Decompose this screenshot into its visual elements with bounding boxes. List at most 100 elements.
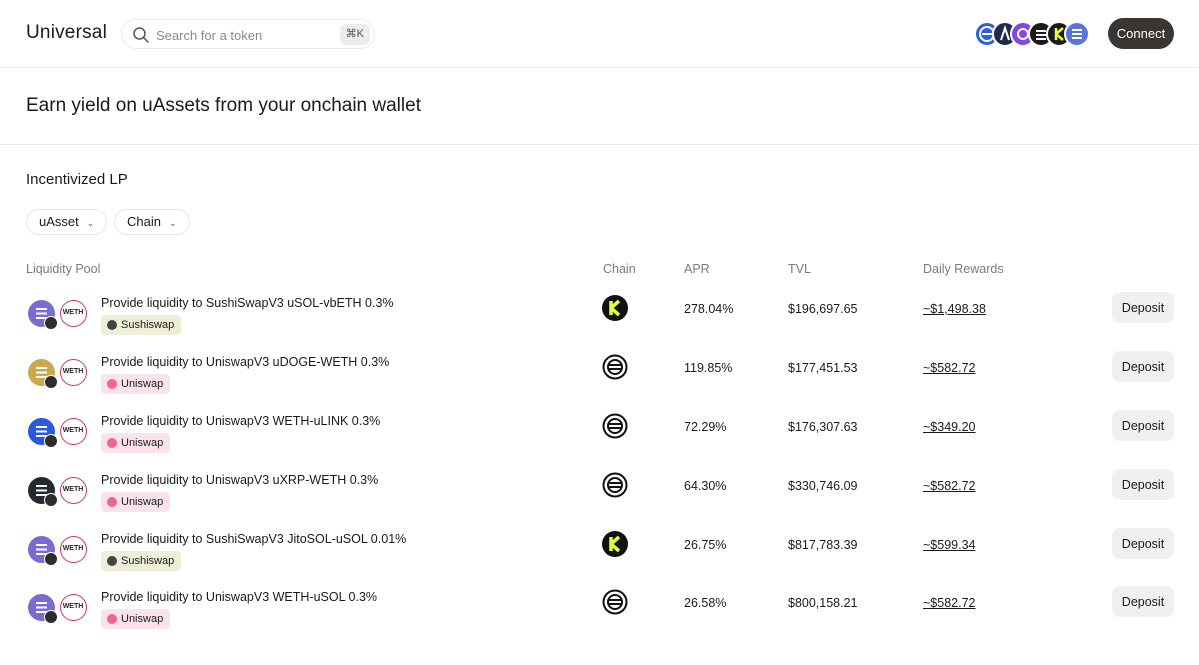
pool-name: Provide liquidity to SushiSwapV3 uSOL-vb…	[101, 296, 394, 310]
dex-badge: Uniswap	[101, 609, 171, 629]
badge-icon	[44, 434, 58, 448]
pool-name: Provide liquidity to SushiSwapV3 JitoSOL…	[101, 532, 407, 546]
dex-badge: Uniswap	[101, 374, 171, 394]
sushiswap-icon	[107, 556, 117, 566]
weth-icon: WETH	[60, 359, 87, 386]
supported-chains[interactable]	[974, 21, 1096, 47]
table-row[interactable]: WETH Provide liquidity to UniswapV3 WETH-…	[0, 586, 1199, 649]
ethereum-icon	[602, 354, 628, 380]
badge-icon	[44, 493, 58, 507]
tvl-value: $800,158.21	[788, 596, 858, 610]
dex-label: Uniswap	[121, 496, 164, 508]
dex-label: Sushiswap	[121, 555, 175, 567]
badge-icon	[44, 610, 58, 624]
deposit-button[interactable]: Deposit	[1112, 292, 1174, 323]
pool-name: Provide liquidity to UniswapV3 WETH-uLIN…	[101, 414, 381, 428]
tvl-value: $176,307.63	[788, 420, 858, 434]
token-pair: WETH	[28, 418, 88, 450]
apr-value: 278.04%	[684, 302, 734, 316]
uasset-filter[interactable]: uAsset ⌄	[26, 209, 108, 235]
page-title: Earn yield on uAssets from your onchain …	[26, 95, 421, 116]
deposit-button[interactable]: Deposit	[1112, 528, 1174, 559]
ethereum-icon	[602, 472, 628, 498]
dogecoin-icon	[28, 359, 58, 389]
tvl-value: $177,451.53	[788, 361, 858, 375]
kaia-icon	[602, 295, 628, 321]
sushiswap-icon	[107, 320, 117, 330]
chain-filter-label: Chain	[127, 214, 161, 229]
pool-name: Provide liquidity to UniswapV3 uDOGE-WET…	[101, 355, 390, 369]
tvl-value: $196,697.65	[788, 302, 858, 316]
badge-icon	[44, 316, 58, 330]
chainlink-icon	[28, 418, 58, 448]
dex-badge: Uniswap	[101, 492, 171, 512]
search-shortcut: ⌘K	[339, 24, 370, 45]
token-pair: WETH	[28, 300, 88, 332]
ethereum-icon	[602, 589, 628, 615]
apr-value: 72.29%	[684, 420, 727, 434]
table-row[interactable]: WETH Provide liquidity to UniswapV3 uDOGE…	[0, 351, 1199, 414]
weth-icon: WETH	[60, 300, 87, 327]
pool-name: Provide liquidity to UniswapV3 WETH-uSOL…	[101, 590, 378, 604]
chevron-down-icon: ⌄	[168, 218, 177, 228]
apr-value: 64.30%	[684, 479, 727, 493]
badge-icon	[44, 375, 58, 389]
ethereum-icon	[602, 413, 628, 439]
apr-value: 119.85%	[684, 361, 733, 375]
kaia-icon	[602, 531, 628, 557]
solana-icon	[1064, 21, 1090, 47]
daily-rewards-link[interactable]: ~$582.72	[923, 361, 975, 375]
daily-rewards-link[interactable]: ~$599.34	[923, 538, 975, 552]
deposit-button[interactable]: Deposit	[1112, 469, 1174, 500]
hero-banner: Earn yield on uAssets from your onchain …	[0, 68, 1199, 145]
daily-rewards-link[interactable]: ~$582.72	[923, 479, 975, 493]
search-box[interactable]: ⌘K	[121, 19, 375, 49]
uniswap-icon	[107, 497, 117, 507]
token-pair: WETH	[28, 536, 88, 568]
deposit-button[interactable]: Deposit	[1112, 586, 1174, 617]
chevron-down-icon: ⌄	[86, 218, 95, 228]
xrp-icon	[28, 477, 58, 507]
dex-badge: Uniswap	[101, 433, 171, 453]
daily-rewards-link[interactable]: ~$349.20	[923, 420, 975, 434]
weth-icon: WETH	[60, 594, 87, 621]
tvl-value: $817,783.39	[788, 538, 858, 552]
chain-filter[interactable]: Chain ⌄	[114, 209, 190, 235]
table-row[interactable]: WETH Provide liquidity to SushiSwapV3 uSO…	[0, 292, 1199, 355]
dex-label: Uniswap	[121, 378, 164, 390]
deposit-button[interactable]: Deposit	[1112, 410, 1174, 441]
app-logo[interactable]: Universal	[26, 22, 107, 44]
daily-rewards-link[interactable]: ~$582.72	[923, 596, 975, 610]
connect-wallet-button[interactable]: Connect	[1108, 18, 1174, 49]
tvl-value: $330,746.09	[788, 479, 858, 493]
column-header-chain: Chain	[603, 262, 636, 276]
uniswap-icon	[107, 438, 117, 448]
apr-value: 26.58%	[684, 596, 727, 610]
weth-icon: WETH	[60, 477, 87, 504]
weth-icon: WETH	[60, 418, 87, 445]
dex-label: Uniswap	[121, 437, 164, 449]
uniswap-icon	[107, 379, 117, 389]
weth-icon: WETH	[60, 536, 87, 563]
daily-rewards-link[interactable]: ~$1,498.38	[923, 302, 986, 316]
uniswap-icon	[107, 614, 117, 624]
dex-badge: Sushiswap	[101, 551, 182, 571]
column-header-tvl[interactable]: TVL	[788, 262, 811, 276]
section-title: Incentivized LP	[26, 171, 128, 188]
table-row[interactable]: WETH Provide liquidity to SushiSwapV3 Jit…	[0, 528, 1199, 591]
uasset-filter-label: uAsset	[39, 214, 79, 229]
solana-icon	[28, 300, 58, 330]
top-bar: Universal ⌘K Connect	[0, 0, 1199, 68]
apr-value: 26.75%	[684, 538, 727, 552]
dex-label: Uniswap	[121, 613, 164, 625]
dex-badge: Sushiswap	[101, 315, 182, 335]
column-header-apr[interactable]: APR	[684, 262, 710, 276]
table-row[interactable]: WETH Provide liquidity to UniswapV3 WETH-…	[0, 410, 1199, 473]
token-pair: WETH	[28, 594, 88, 626]
badge-icon	[44, 552, 58, 566]
pool-name: Provide liquidity to UniswapV3 uXRP-WETH…	[101, 473, 379, 487]
table-row[interactable]: WETH Provide liquidity to UniswapV3 uXRP-…	[0, 469, 1199, 532]
deposit-button[interactable]: Deposit	[1112, 351, 1174, 382]
column-header-rewards[interactable]: Daily Rewards	[923, 262, 1004, 276]
search-input[interactable]	[156, 25, 336, 45]
